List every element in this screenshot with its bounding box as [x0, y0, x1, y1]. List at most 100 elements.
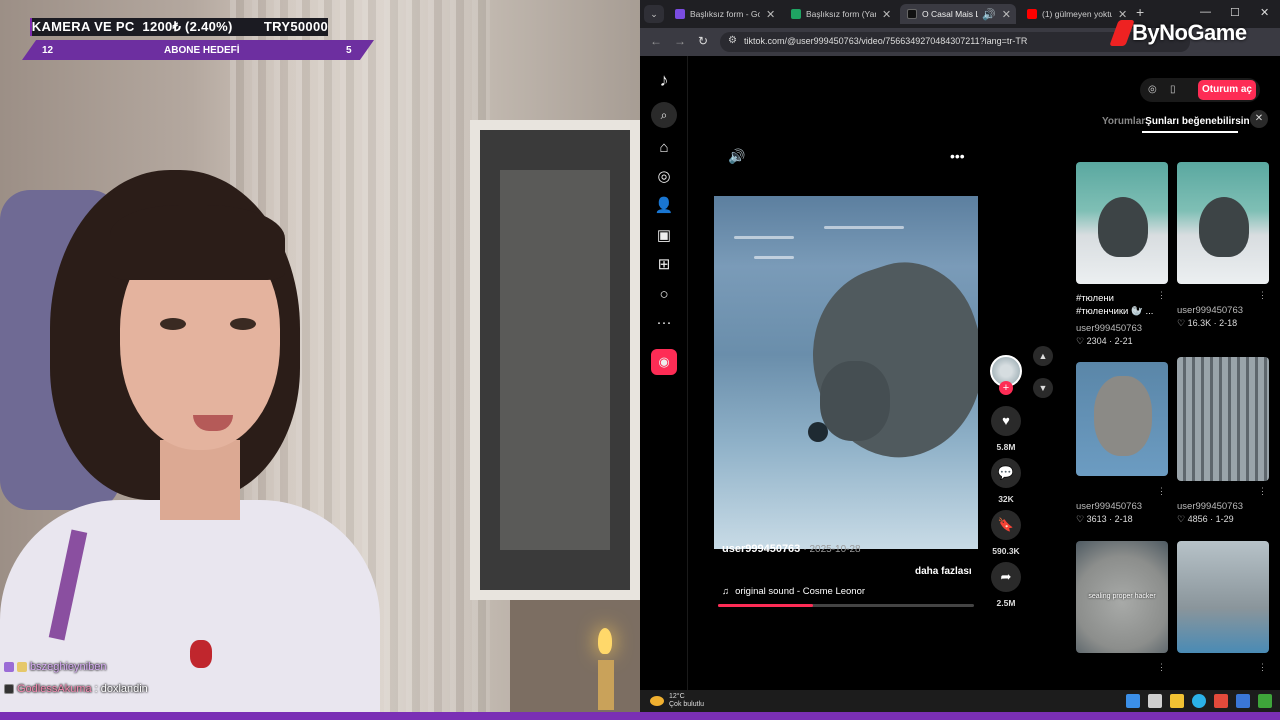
tiktok-logo-icon[interactable]: ♪: [653, 69, 675, 91]
tab-title: O Casal Mais Li: [922, 9, 978, 19]
chat-user: GodlessAkuma: [17, 683, 92, 695]
suggested-user[interactable]: user999450763: [1076, 501, 1142, 512]
active-tab-underline: [1142, 131, 1238, 133]
chat-message: bszeghieyniben: [4, 661, 109, 673]
suggested-title[interactable]: #тюлени #тюленчики 🦭 ...: [1076, 292, 1156, 318]
watermark-text: ByNoGame: [1132, 20, 1247, 45]
more-options-icon[interactable]: ⋮: [1157, 662, 1166, 673]
tab-suggested[interactable]: Şunları beğenebilirsin: [1145, 116, 1249, 127]
suggested-video-thumb[interactable]: sealing proper hacker: [1076, 541, 1168, 653]
suggested-video-thumb[interactable]: [1076, 162, 1168, 284]
comment-button[interactable]: 💬 32K: [990, 458, 1022, 504]
heart-icon: ♥: [991, 406, 1021, 436]
login-button[interactable]: Oturum aç: [1198, 80, 1256, 100]
start-icon[interactable]: [1126, 694, 1140, 708]
maximize-icon[interactable]: ☐: [1230, 6, 1240, 19]
video-progress-bar[interactable]: [718, 604, 974, 607]
more-options-icon[interactable]: ⋮: [1258, 662, 1267, 673]
app-icon[interactable]: [1258, 694, 1272, 708]
badge-icon: [17, 662, 27, 672]
badge-icon: [4, 684, 14, 694]
minimize-icon[interactable]: —: [1200, 6, 1211, 18]
more-options-icon[interactable]: ⋮: [1258, 486, 1267, 497]
more-icon[interactable]: ···: [653, 312, 675, 334]
site-settings-icon[interactable]: ⚙: [728, 35, 737, 46]
suggested-video-thumb[interactable]: [1076, 362, 1168, 476]
window: [470, 120, 640, 600]
search-icon[interactable]: ⌕: [651, 102, 677, 128]
tab-google-form[interactable]: Başlıksız form - Go ✕: [668, 4, 780, 24]
home-icon[interactable]: ⌂: [653, 137, 675, 159]
new-tab-button[interactable]: +: [1136, 4, 1144, 20]
tab-tiktok[interactable]: O Casal Mais Li 🔊 ✕: [900, 4, 1016, 24]
close-panel-icon[interactable]: ✕: [1250, 110, 1268, 128]
explore-icon[interactable]: ◎: [653, 166, 675, 188]
bynogame-watermark: ByNoGame: [1109, 20, 1247, 46]
weather-widget[interactable]: 12°C Çok bulutlu: [650, 693, 704, 709]
suggested-video-thumb[interactable]: [1177, 541, 1269, 653]
close-icon[interactable]: ✕: [1002, 8, 1011, 21]
file-explorer-icon[interactable]: [1170, 694, 1184, 708]
next-video-button[interactable]: ▼: [1033, 378, 1053, 398]
tab-comments[interactable]: Yorumlar: [1102, 116, 1145, 127]
explore-compass-icon[interactable]: ◎: [1148, 84, 1157, 95]
suggested-stats: ♡ 16.3K · 2-18: [1177, 318, 1238, 328]
more-options-icon[interactable]: ⋮: [1157, 290, 1166, 301]
tab-google-sheet[interactable]: Başlıksız form (Yanı ✕: [784, 4, 896, 24]
more-options-icon[interactable]: ⋮: [1157, 486, 1166, 497]
forms-icon: [675, 9, 685, 19]
edge-icon[interactable]: [1192, 694, 1206, 708]
seal: [788, 244, 978, 478]
suggested-user[interactable]: user999450763: [1076, 323, 1142, 334]
more-options-icon[interactable]: ⋮: [1258, 290, 1267, 301]
following-icon[interactable]: 👤: [653, 195, 675, 217]
follow-plus-icon[interactable]: +: [999, 381, 1013, 395]
goal-target: 5: [346, 44, 352, 56]
prev-video-button[interactable]: ▲: [1033, 346, 1053, 366]
like-button[interactable]: ♥ 5.8M: [990, 406, 1022, 452]
suggested-stats: ♡ 3613 · 2-18: [1076, 514, 1133, 524]
tab-search-button[interactable]: ⌄: [644, 5, 664, 23]
chat-message: GodlessAkuma : doxlandin: [4, 683, 148, 695]
music-note-icon: ♫: [722, 586, 730, 597]
live-icon[interactable]: ◉: [651, 349, 677, 375]
live-tv-icon[interactable]: ▣: [653, 225, 675, 247]
back-icon[interactable]: ←: [650, 34, 662, 48]
suggested-video-thumb[interactable]: [1177, 357, 1269, 481]
person-neck: [160, 440, 240, 520]
chat-text: : doxlandin: [94, 683, 148, 695]
speaker-icon[interactable]: 🔊: [982, 8, 996, 21]
profile-icon[interactable]: ○: [653, 284, 675, 306]
forward-icon[interactable]: →: [674, 34, 686, 48]
video-author[interactable]: user999450763: [722, 543, 800, 555]
store-icon[interactable]: [1236, 694, 1250, 708]
close-icon[interactable]: ✕: [1118, 8, 1127, 21]
upload-icon[interactable]: ⊞: [653, 254, 675, 276]
cloudy-weather-icon: [650, 696, 664, 706]
comment-icon: 💬: [991, 458, 1021, 488]
taskbar: 12°C Çok bulutlu: [640, 690, 1280, 712]
reload-icon[interactable]: ↻: [698, 34, 708, 48]
suggested-stats: ♡ 4856 · 1-29: [1177, 514, 1234, 524]
device-icon[interactable]: ▯: [1170, 84, 1176, 95]
close-window-icon[interactable]: ✕: [1260, 6, 1269, 19]
thumb-overlay-text: sealing proper hacker: [1088, 593, 1156, 600]
suggested-user[interactable]: user999450763: [1177, 305, 1243, 316]
more-options-icon[interactable]: •••: [950, 148, 965, 164]
suggested-user[interactable]: user999450763: [1177, 501, 1243, 512]
app-icon[interactable]: [1214, 694, 1228, 708]
task-view-icon[interactable]: [1148, 694, 1162, 708]
share-count: 2.5M: [996, 598, 1016, 608]
close-icon[interactable]: ✕: [766, 8, 775, 21]
sound-row[interactable]: ♫ original sound - Cosme Leonor: [722, 586, 865, 597]
strawberry-pendant: [190, 640, 212, 668]
candle-flame: [598, 628, 612, 654]
video-player[interactable]: [714, 196, 978, 549]
close-icon[interactable]: ✕: [882, 8, 891, 21]
bookmark-count: 590.3K: [992, 546, 1020, 556]
bookmark-button[interactable]: 🔖 590.3K: [990, 510, 1022, 556]
more-link[interactable]: daha fazlası: [915, 566, 972, 577]
volume-icon[interactable]: 🔊: [728, 148, 745, 165]
share-button[interactable]: ➦ 2.5M: [990, 562, 1022, 608]
suggested-video-thumb[interactable]: [1177, 162, 1269, 284]
